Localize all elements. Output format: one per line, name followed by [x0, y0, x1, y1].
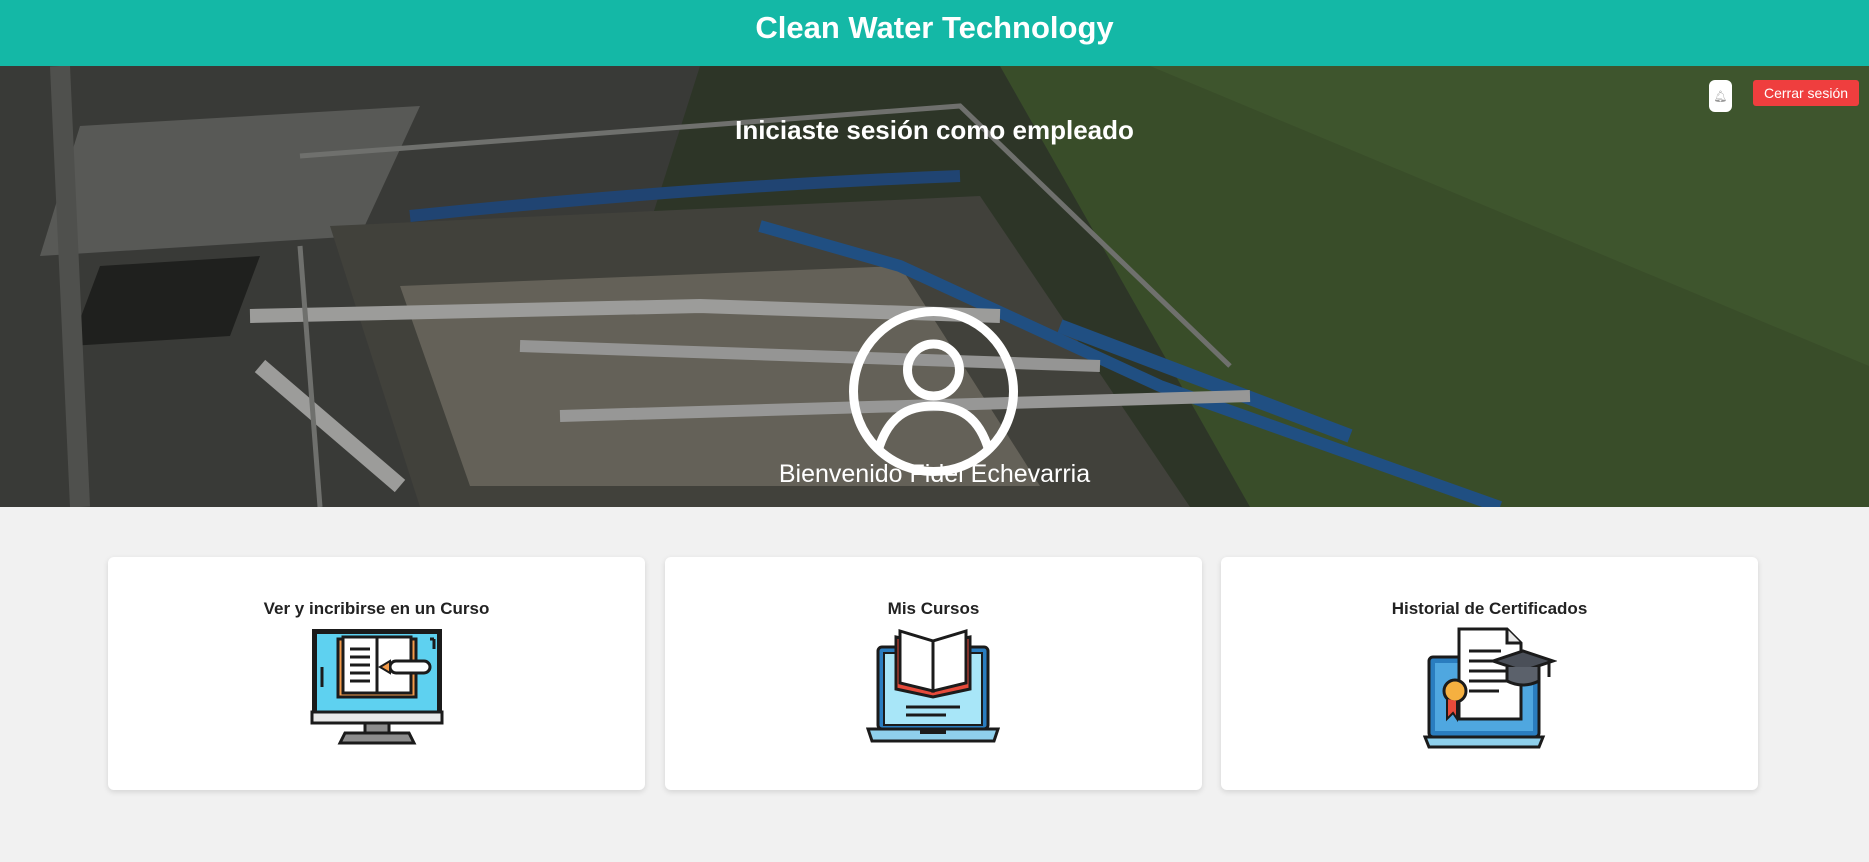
logout-button[interactable]: Cerrar sesión [1753, 80, 1859, 106]
laptop-book-icon [866, 628, 1000, 743]
computer-book-icon [310, 629, 444, 745]
bell-icon: 🔔︎ [1713, 90, 1728, 103]
session-title: Iniciaste sesión como empleado [735, 115, 1134, 145]
user-circle-icon [849, 307, 1018, 476]
card-title: Mis Cursos [887, 599, 980, 618]
card-certificate-history[interactable]: Historial de Certificados [1221, 557, 1758, 790]
laptop-certificate-icon [1423, 627, 1557, 749]
card-browse-courses[interactable]: Ver y incribirse en un Curso [108, 557, 645, 790]
card-title: Historial de Certificados [1391, 599, 1588, 618]
notifications-button[interactable]: 🔔︎ [1709, 80, 1732, 112]
card-title: Ver y incribirse en un Curso [263, 599, 490, 618]
card-my-courses[interactable]: Mis Cursos [665, 557, 1202, 790]
welcome-message: Bienvenido Fidel Echevarria [778, 460, 1091, 488]
app-title: Clean Water Technology [755, 10, 1114, 45]
app-header: Clean Water Technology [0, 0, 1869, 66]
